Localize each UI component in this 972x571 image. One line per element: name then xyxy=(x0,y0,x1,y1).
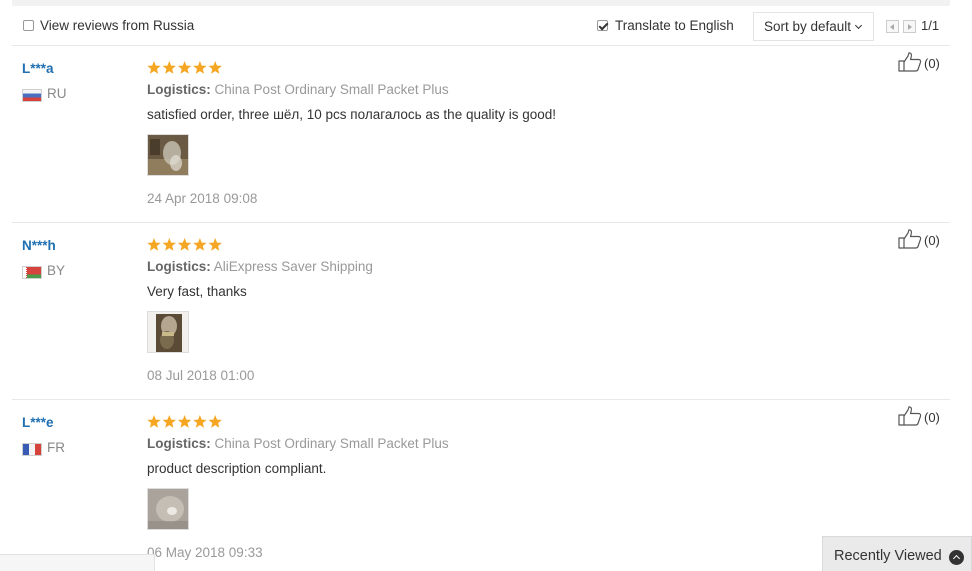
chevron-down-icon xyxy=(854,21,863,30)
helpful-count: (0) xyxy=(924,56,940,71)
thumbs-up-icon xyxy=(898,229,922,249)
page-indicator: 1/1 xyxy=(921,18,940,33)
logistics-line: Logistics: China Post Ordinary Small Pac… xyxy=(147,436,449,451)
logistics-value: AliExpress Saver Shipping xyxy=(213,259,373,274)
helpful-button[interactable]: (0) xyxy=(898,229,953,251)
reviewer-country: BY xyxy=(47,263,66,278)
reviewer-country: RU xyxy=(47,86,67,101)
thumbs-up-icon xyxy=(898,406,922,426)
logistics-label: Logistics: xyxy=(147,436,211,451)
review-text: product description compliant. xyxy=(147,461,327,476)
reviewer-name[interactable]: L***a xyxy=(22,61,54,76)
review-photo-thumbnail[interactable] xyxy=(147,134,189,176)
review-item: N***h BY Logistics: AliExpress Saver Shi… xyxy=(12,223,950,400)
star-rating xyxy=(147,61,223,75)
review-date: 24 Apr 2018 09:08 xyxy=(147,191,258,206)
arrow-left-icon xyxy=(890,24,894,30)
sort-dropdown[interactable]: Sort by default xyxy=(753,12,874,41)
reviewer-name[interactable]: L***e xyxy=(22,415,54,430)
flag-fr-icon xyxy=(22,443,42,456)
chevron-up-circle-icon xyxy=(949,550,964,565)
review-photo-thumbnail[interactable] xyxy=(147,488,189,530)
translate-checkbox[interactable] xyxy=(597,20,608,31)
five-stars-icon xyxy=(147,415,222,428)
logistics-label: Logistics: xyxy=(147,82,211,97)
star-rating xyxy=(147,238,223,252)
flag-ru-icon xyxy=(22,89,42,102)
review-item: L***e FR Logistics: China Post Ordinary … xyxy=(12,400,950,571)
view-reviews-checkbox[interactable] xyxy=(23,20,34,31)
helpful-count: (0) xyxy=(924,233,940,248)
helpful-button[interactable]: (0) xyxy=(898,52,953,74)
logistics-value: China Post Ordinary Small Packet Plus xyxy=(214,82,449,97)
reviews-toolbar: View reviews from Russia Translate to En… xyxy=(12,6,950,46)
flag-by-icon xyxy=(22,266,42,279)
review-text: satisfied order, three шёл, 10 pcs полаг… xyxy=(147,107,557,122)
translate-label[interactable]: Translate to English xyxy=(615,18,734,33)
reviewer-country: FR xyxy=(47,440,65,455)
bottom-left-panel-edge xyxy=(0,554,155,571)
star-rating xyxy=(147,415,223,429)
review-text: Very fast, thanks xyxy=(147,284,247,299)
five-stars-icon xyxy=(147,238,222,251)
helpful-button[interactable]: (0) xyxy=(898,406,953,428)
review-date: 06 May 2018 09:33 xyxy=(147,545,263,560)
review-date: 08 Jul 2018 01:00 xyxy=(147,368,255,383)
logistics-line: Logistics: AliExpress Saver Shipping xyxy=(147,259,373,274)
arrow-right-icon xyxy=(908,24,912,30)
review-item: L***a RU Logistics: China Post Ordinary … xyxy=(12,46,950,223)
recently-viewed-button[interactable]: Recently Viewed xyxy=(822,536,972,571)
helpful-count: (0) xyxy=(924,410,940,425)
recently-viewed-label: Recently Viewed xyxy=(834,548,942,564)
five-stars-icon xyxy=(147,61,222,74)
sort-dropdown-label: Sort by default xyxy=(764,19,852,34)
previous-page-button[interactable] xyxy=(886,20,899,33)
view-reviews-label[interactable]: View reviews from Russia xyxy=(40,18,194,33)
logistics-label: Logistics: xyxy=(147,259,211,274)
review-photo-thumbnail[interactable] xyxy=(147,311,189,353)
logistics-value: China Post Ordinary Small Packet Plus xyxy=(214,436,449,451)
reviewer-name[interactable]: N***h xyxy=(22,238,56,253)
logistics-line: Logistics: China Post Ordinary Small Pac… xyxy=(147,82,449,97)
next-page-button[interactable] xyxy=(903,20,916,33)
thumbs-up-icon xyxy=(898,52,922,72)
